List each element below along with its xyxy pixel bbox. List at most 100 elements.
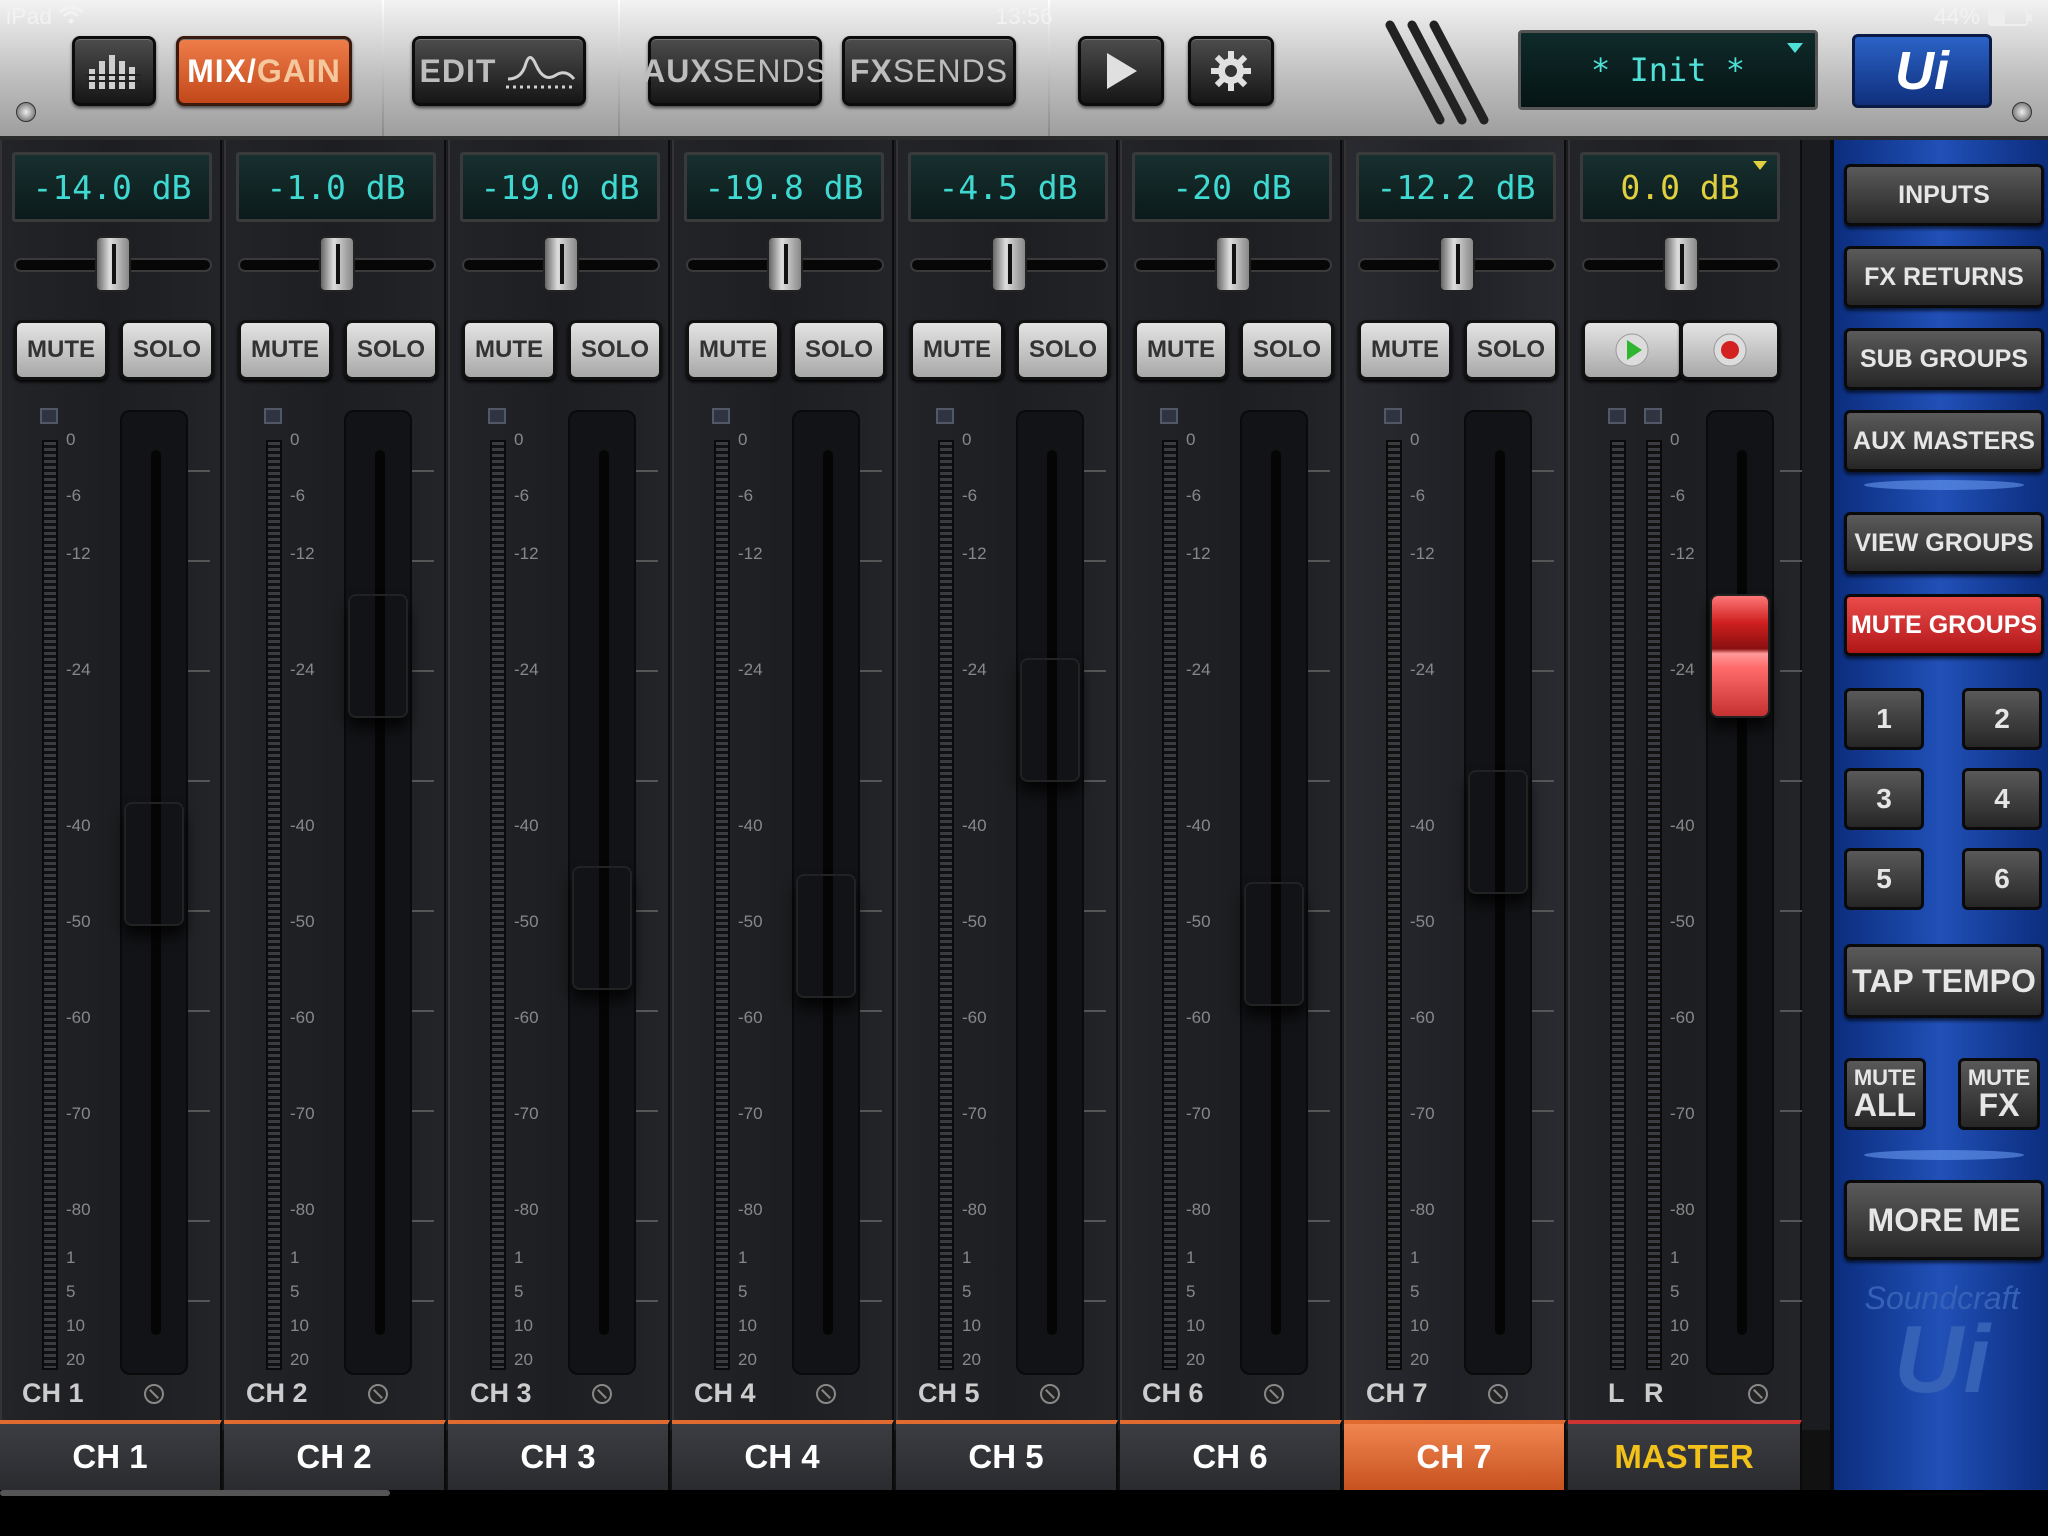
tab-channel[interactable]: CH 1 xyxy=(0,1420,222,1490)
view-groups-button[interactable]: VIEW GROUPS xyxy=(1844,512,2044,574)
pan-knob[interactable] xyxy=(1663,236,1699,292)
divider xyxy=(1864,480,2024,490)
mix-gain-button[interactable]: MIX / GAIN xyxy=(176,36,352,106)
pan-knob[interactable] xyxy=(543,236,579,292)
tab-channel[interactable]: CH 5 xyxy=(896,1420,1118,1490)
mute-button[interactable]: MUTE xyxy=(14,320,108,380)
fader-track[interactable] xyxy=(1016,410,1084,1375)
fader-cap[interactable] xyxy=(1244,882,1304,1006)
fader-cap[interactable] xyxy=(124,802,184,926)
gain-display[interactable]: -1.0 dB xyxy=(236,152,436,222)
link-icon[interactable] xyxy=(816,1384,836,1404)
group-6-button[interactable]: 6 xyxy=(1962,848,2042,910)
play-button[interactable] xyxy=(1078,36,1164,106)
fader-cap[interactable] xyxy=(1710,594,1770,718)
solo-button[interactable]: SOLO xyxy=(120,320,214,380)
link-icon[interactable] xyxy=(1488,1384,1508,1404)
tab-master[interactable]: MASTER xyxy=(1568,1420,1802,1490)
solo-button[interactable]: SOLO xyxy=(1464,320,1558,380)
link-icon[interactable] xyxy=(592,1384,612,1404)
gain-display[interactable]: 0.0 dB xyxy=(1580,152,1780,222)
tap-tempo-button[interactable]: TAP TEMPO xyxy=(1844,944,2044,1018)
fader-track[interactable] xyxy=(344,410,412,1375)
aux-sends-button[interactable]: AUX SENDS xyxy=(642,36,827,106)
group-4-button[interactable]: 4 xyxy=(1962,768,2042,830)
tab-channel[interactable]: CH 4 xyxy=(672,1420,894,1490)
meter-scale-label: -40 xyxy=(1410,816,1435,835)
group-2-button[interactable]: 2 xyxy=(1962,688,2042,750)
play-button[interactable] xyxy=(1582,320,1682,380)
scale-mark xyxy=(636,780,658,782)
scale-mark xyxy=(860,910,882,912)
group-1-button[interactable]: 1 xyxy=(1844,688,1924,750)
fader-cap[interactable] xyxy=(1468,770,1528,894)
gain-value: -14.0 dB xyxy=(32,167,192,207)
link-icon[interactable] xyxy=(1040,1384,1060,1404)
link-icon[interactable] xyxy=(368,1384,388,1404)
solo-button[interactable]: SOLO xyxy=(344,320,438,380)
solo-button[interactable]: SOLO xyxy=(792,320,886,380)
scale-mark xyxy=(636,1010,658,1012)
fx-sends-button[interactable]: FX SENDS xyxy=(842,36,1016,106)
group-3-button[interactable]: 3 xyxy=(1844,768,1924,830)
sub-groups-button[interactable]: SUB GROUPS xyxy=(1844,328,2044,390)
fader-cap[interactable] xyxy=(796,874,856,998)
link-icon[interactable] xyxy=(1748,1384,1768,1404)
solo-button[interactable]: SOLO xyxy=(1240,320,1334,380)
meter-scale-label: 5 xyxy=(738,1282,748,1301)
mute-button[interactable]: MUTE xyxy=(462,320,556,380)
gain-display[interactable]: -12.2 dB xyxy=(1356,152,1556,222)
mute-all-button[interactable]: MUTE ALL xyxy=(1844,1058,1926,1130)
solo-button[interactable]: SOLO xyxy=(1016,320,1110,380)
meters-button[interactable] xyxy=(72,36,156,106)
aux-masters-button[interactable]: AUX MASTERS xyxy=(1844,410,2044,472)
mute-fx-button[interactable]: MUTE FX xyxy=(1958,1058,2040,1130)
solo-button[interactable]: SOLO xyxy=(568,320,662,380)
tab-channel[interactable]: CH 2 xyxy=(224,1420,446,1490)
tab-channel[interactable]: CH 3 xyxy=(448,1420,670,1490)
group-5-button[interactable]: 5 xyxy=(1844,848,1924,910)
mute-button[interactable]: MUTE xyxy=(910,320,1004,380)
gain-display[interactable]: -19.8 dB xyxy=(684,152,884,222)
scale-mark xyxy=(1308,1010,1330,1012)
gain-display[interactable]: -4.5 dB xyxy=(908,152,1108,222)
gain-display[interactable]: -19.0 dB xyxy=(460,152,660,222)
mute-button[interactable]: MUTE xyxy=(238,320,332,380)
fader-track[interactable] xyxy=(1706,410,1774,1375)
tab-channel[interactable]: CH 6 xyxy=(1120,1420,1342,1490)
fader-cap[interactable] xyxy=(348,594,408,718)
scale-mark xyxy=(1532,1300,1554,1302)
tab-channel[interactable]: CH 7 xyxy=(1344,1420,1566,1490)
meter-scale-label: -6 xyxy=(962,486,978,505)
record-button[interactable] xyxy=(1680,320,1780,380)
link-icon[interactable] xyxy=(1264,1384,1284,1404)
ui-logo[interactable]: Ui xyxy=(1852,34,1992,108)
pan-knob[interactable] xyxy=(991,236,1027,292)
gain-display[interactable]: -20 dB xyxy=(1132,152,1332,222)
clip-indicator xyxy=(488,408,506,424)
mute-button[interactable]: MUTE xyxy=(1134,320,1228,380)
separator-label: / xyxy=(247,52,257,89)
link-icon[interactable] xyxy=(144,1384,164,1404)
scale-mark xyxy=(1780,470,1802,472)
meter-scale-label: 0 xyxy=(290,430,300,449)
pan-knob[interactable] xyxy=(319,236,355,292)
pan-knob[interactable] xyxy=(1215,236,1251,292)
scene-display[interactable]: * Init * xyxy=(1518,30,1818,110)
mute-button[interactable]: MUTE xyxy=(1358,320,1452,380)
gain-display[interactable]: -14.0 dB xyxy=(12,152,212,222)
pan-knob[interactable] xyxy=(767,236,803,292)
fader-cap[interactable] xyxy=(572,866,632,990)
mute-button[interactable]: MUTE xyxy=(686,320,780,380)
settings-button[interactable] xyxy=(1188,36,1274,106)
pan-knob[interactable] xyxy=(1439,236,1475,292)
fx-returns-button[interactable]: FX RETURNS xyxy=(1844,246,2044,308)
fader-cap[interactable] xyxy=(1020,658,1080,782)
mute-groups-button[interactable]: MUTE GROUPS xyxy=(1844,594,2044,656)
more-me-button[interactable]: MORE ME xyxy=(1844,1180,2044,1260)
edit-button[interactable]: EDIT xyxy=(412,36,586,106)
inputs-button[interactable]: INPUTS xyxy=(1844,164,2044,226)
pan-knob[interactable] xyxy=(95,236,131,292)
clip-indicator xyxy=(1644,408,1662,424)
meter-scale-label: -80 xyxy=(1670,1200,1695,1219)
